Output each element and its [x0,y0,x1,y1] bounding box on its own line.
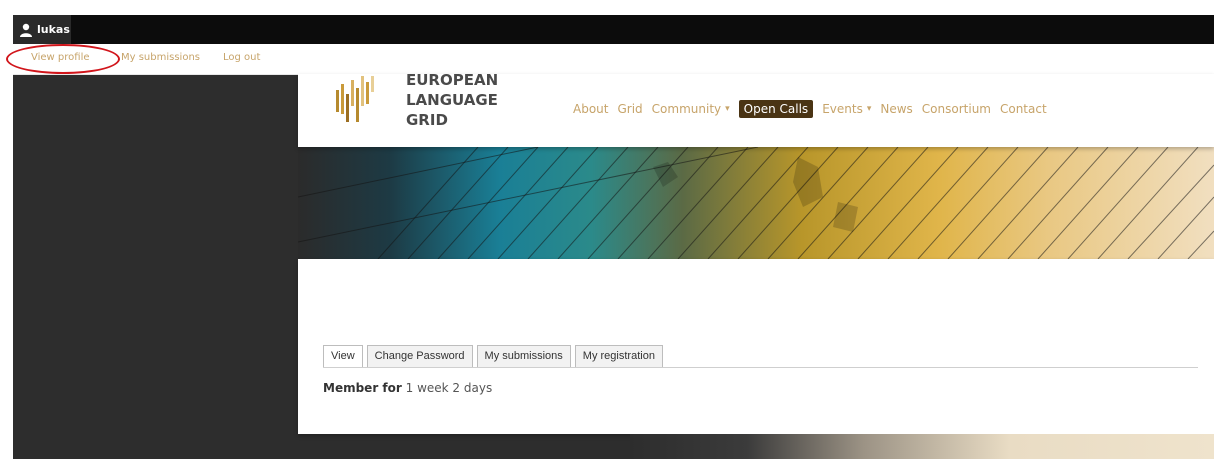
nav-grid[interactable]: Grid [617,102,642,116]
banner-grid-lines [298,147,1214,259]
my-submissions-link[interactable]: My submissions [121,52,200,63]
user-icon [20,23,32,37]
member-duration: Member for 1 week 2 days [323,381,492,395]
nav-open-calls[interactable]: Open Calls [738,100,814,118]
footer-image-strip [630,434,1214,459]
profile-tabs: View Change Password My submissions My r… [323,345,1198,368]
member-label: Member for [323,381,402,395]
tab-my-submissions[interactable]: My submissions [476,345,571,367]
nav-contact[interactable]: Contact [1000,102,1047,116]
nav-community[interactable]: Community ▾ [652,102,730,116]
profile-content: View Change Password My submissions My r… [298,259,1214,434]
nav-consortium[interactable]: Consortium [922,102,991,116]
user-tray: View profile My submissions Log out [13,44,1214,75]
logo-line-language: LANGUAGE [406,91,498,109]
user-menu-toggle[interactable]: lukas [13,15,71,44]
logo-line-grid: GRID [406,111,448,129]
tab-change-password[interactable]: Change Password [366,345,473,367]
chevron-down-icon: ▾ [866,104,872,114]
nav-events[interactable]: Events ▾ [822,102,871,116]
site-logo-text[interactable]: EUROPEAN LANGUAGE GRID [406,70,498,130]
elg-logo-icon[interactable] [332,76,388,126]
tab-my-registration[interactable]: My registration [574,345,663,367]
nav-news[interactable]: News [880,102,912,116]
log-out-link[interactable]: Log out [223,52,260,63]
tab-view[interactable]: View [323,345,363,367]
nav-about[interactable]: About [573,102,608,116]
username-label: lukas [37,23,70,36]
view-profile-highlight-circle [6,44,120,74]
admin-toolbar: lukas [13,15,1214,44]
hero-banner [298,147,1214,259]
main-nav: About Grid Community ▾ Open Calls Events ▾… [573,99,1056,119]
site-header: EUROPEAN LANGUAGE GRID About Grid Commun… [298,71,1214,147]
member-value: 1 week 2 days [405,381,493,395]
logo-line-european: EUROPEAN [406,71,499,89]
chevron-down-icon: ▾ [725,104,730,114]
